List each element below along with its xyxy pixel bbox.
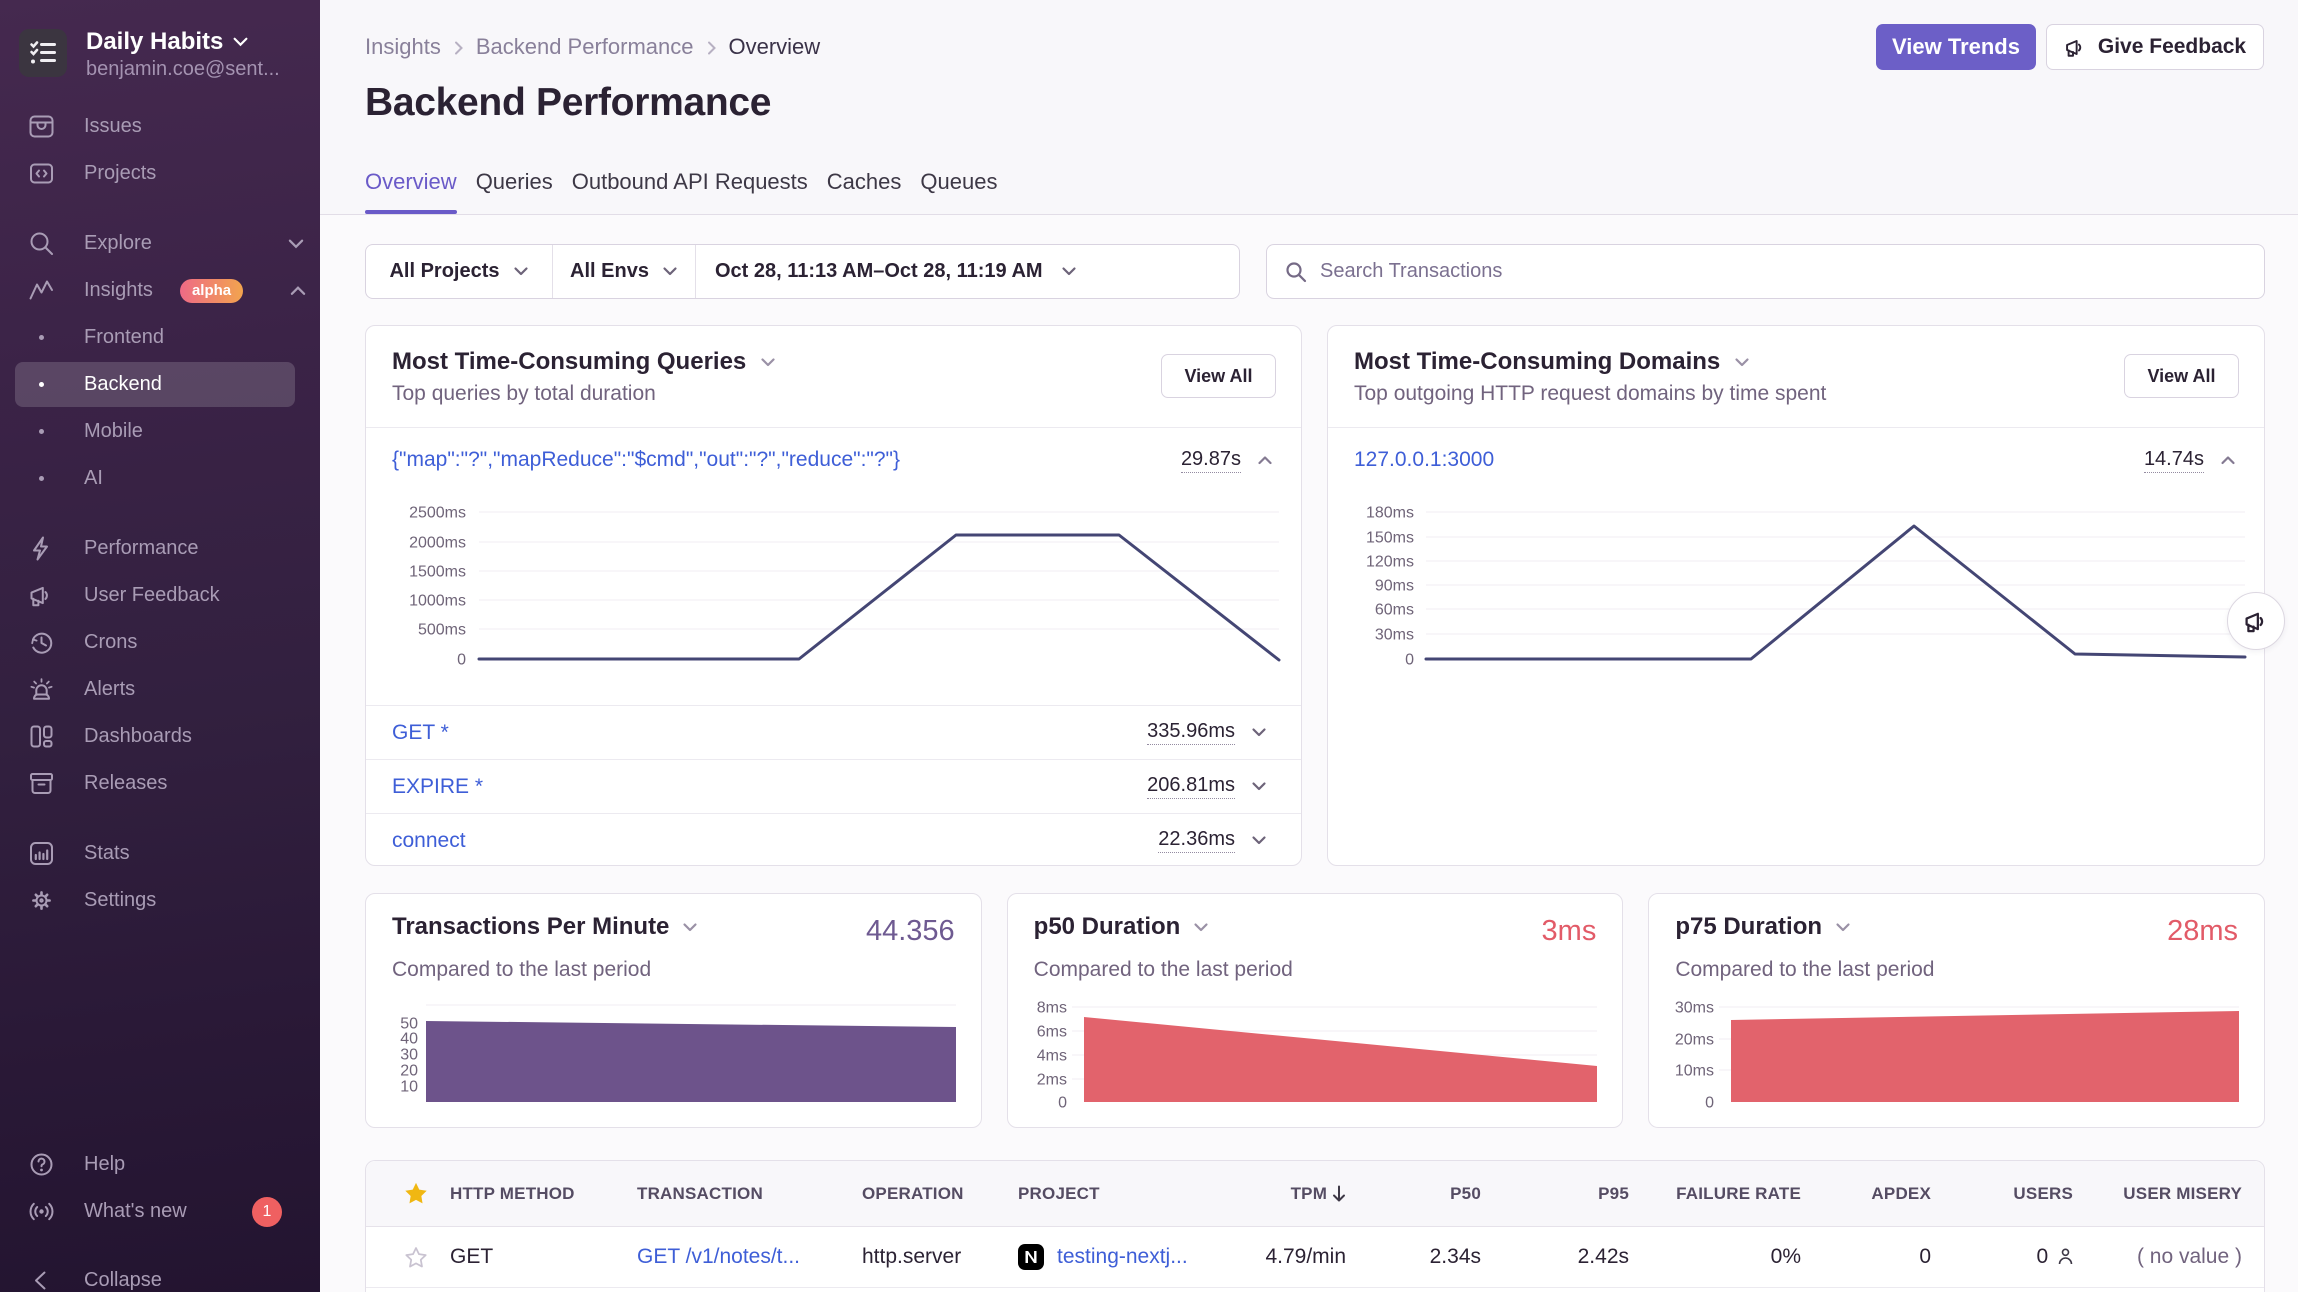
svg-text:60ms: 60ms [1375, 602, 1414, 619]
svg-text:0: 0 [1058, 1095, 1067, 1112]
svg-text:180ms: 180ms [1366, 505, 1414, 522]
svg-text:30: 30 [400, 1047, 418, 1064]
svg-text:500ms: 500ms [418, 622, 466, 639]
svg-text:1500ms: 1500ms [409, 564, 466, 581]
svg-text:2000ms: 2000ms [409, 535, 466, 552]
svg-text:40: 40 [400, 1031, 418, 1048]
svg-text:0: 0 [457, 652, 466, 669]
svg-text:10ms: 10ms [1675, 1063, 1714, 1080]
svg-text:150ms: 150ms [1366, 530, 1414, 547]
svg-text:30ms: 30ms [1675, 1000, 1714, 1017]
svg-text:2500ms: 2500ms [409, 505, 466, 522]
svg-text:0: 0 [1405, 652, 1414, 669]
svg-text:10: 10 [400, 1079, 418, 1096]
svg-text:4ms: 4ms [1036, 1048, 1066, 1065]
svg-text:120ms: 120ms [1366, 554, 1414, 571]
svg-text:1000ms: 1000ms [409, 593, 466, 610]
svg-text:90ms: 90ms [1375, 578, 1414, 595]
svg-text:30ms: 30ms [1375, 627, 1414, 644]
svg-text:2ms: 2ms [1036, 1072, 1066, 1089]
svg-text:8ms: 8ms [1036, 1000, 1066, 1017]
svg-text:20: 20 [400, 1063, 418, 1080]
svg-text:20ms: 20ms [1675, 1032, 1714, 1049]
svg-text:0: 0 [1705, 1095, 1714, 1112]
svg-text:6ms: 6ms [1036, 1024, 1066, 1041]
